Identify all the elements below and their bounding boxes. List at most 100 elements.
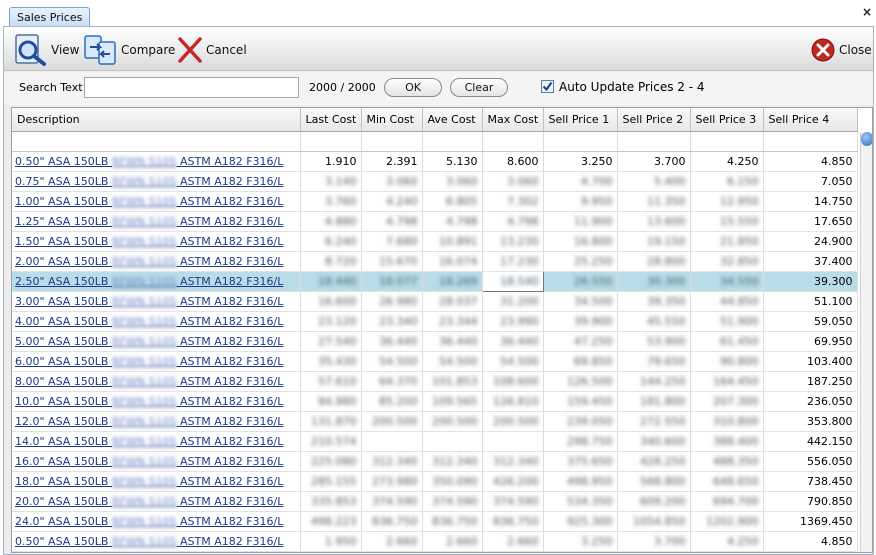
cell-p2[interactable]: 5.400 [617,171,691,192]
description-cell[interactable]: 6.00" ASA 150LB RFWN S10S ASTM A182 F316… [12,351,301,372]
cell-p4[interactable]: 51.100 [763,291,858,312]
cell-p3[interactable]: 12.950 [690,191,764,212]
cell-p3[interactable]: 90.800 [690,351,764,372]
table-row[interactable]: 3.00" ASA 150LB RFWN S10S ASTM A182 F316… [12,291,858,312]
cell-ave[interactable]: 200.500 [422,411,483,432]
table-row[interactable]: 8.00" ASA 150LB RFWN S10S ASTM A182 F316… [12,371,858,392]
item-link[interactable]: 14.0" ASA 150LB RFWN S10S ASTM A182 F316… [15,435,283,448]
cell-max[interactable]: 13.230 [482,231,544,252]
item-link[interactable]: 8.00" ASA 150LB RFWN S10S ASTM A182 F316… [15,375,283,388]
cell-min[interactable]: 3.060 [361,171,423,192]
item-link[interactable]: 24.0" ASA 150LB RFWN S10S ASTM A182 F316… [15,515,283,528]
cell-p2[interactable]: 28.800 [617,251,691,272]
cell-p2[interactable]: 609.200 [617,491,691,512]
auto-update-checkbox[interactable] [541,80,554,93]
cell-p3[interactable]: 6.150 [690,171,764,192]
compare-button[interactable]: Compare [84,34,175,66]
cell-p1[interactable]: 159.450 [543,391,618,412]
cell-p1[interactable]: 4.700 [543,171,618,192]
table-row[interactable]: 0.50" ASA 150LB RFWN S10S ASTM A182 F316… [12,531,858,552]
cell-max[interactable]: 7.302 [482,191,544,212]
cell-p4[interactable]: 17.650 [763,211,858,232]
cell-max[interactable]: 126.810 [482,391,544,412]
cell-min[interactable]: 2.391 [361,151,423,172]
cell-p2[interactable]: 1054.850 [617,511,691,532]
cell-p3[interactable]: 61.450 [690,331,764,352]
cell-ave[interactable]: 6.805 [422,191,483,212]
cell-p4[interactable]: 1369.450 [763,511,858,532]
cell-min[interactable] [361,431,423,452]
description-cell[interactable]: 18.0" ASA 150LB RFWN S10S ASTM A182 F316… [12,471,301,492]
cell-p2[interactable]: 3.700 [617,151,691,172]
item-link[interactable]: 18.0" ASA 150LB RFWN S10S ASTM A182 F316… [15,475,283,488]
cell-max[interactable]: 200.500 [482,411,544,432]
cell-max[interactable]: 23.990 [482,311,544,332]
item-link[interactable]: 0.75" ASA 150LB RFWN S10S ASTM A182 F316… [15,175,283,188]
item-link[interactable]: 0.50" ASA 150LB RFWN S10S ASTM A182 F316… [15,535,283,548]
view-button[interactable]: View [14,34,79,66]
cell-p1[interactable]: 3.250 [543,151,618,172]
cell-p4[interactable]: 790.850 [763,491,858,512]
cell-min[interactable]: 4.240 [361,191,423,212]
cell-p4[interactable]: 69.950 [763,331,858,352]
cell-last[interactable]: 3.760 [300,191,362,212]
description-cell[interactable]: 12.0" ASA 150LB RFWN S10S ASTM A182 F316… [12,411,301,432]
cell-max[interactable]: 374.590 [482,491,544,512]
cell-p3[interactable]: 388.400 [690,431,764,452]
item-link[interactable]: 2.00" ASA 150LB RFWN S10S ASTM A182 F316… [15,255,283,268]
item-link[interactable]: 10.0" ASA 150LB RFWN S10S ASTM A182 F316… [15,395,283,408]
item-link[interactable]: 1.25" ASA 150LB RFWN S10S ASTM A182 F316… [15,215,283,228]
tab-sales-prices[interactable]: Sales Prices [9,7,91,27]
description-cell[interactable]: 0.50" ASA 150LB RFWN S10S ASTM A182 F316… [12,151,301,172]
table-row[interactable]: 10.0" ASA 150LB RFWN S10S ASTM A182 F316… [12,391,858,412]
cell-p3[interactable]: 488.350 [690,451,764,472]
filter-cell[interactable] [617,131,691,152]
cell-ave[interactable]: 836.750 [422,511,483,532]
clear-button[interactable]: Clear [450,78,508,97]
item-link[interactable]: 3.00" ASA 150LB RFWN S10S ASTM A182 F316… [15,295,283,308]
cell-p2[interactable]: 181.800 [617,391,691,412]
cell-p4[interactable]: 24.900 [763,231,858,252]
item-link[interactable]: 1.50" ASA 150LB RFWN S10S ASTM A182 F316… [15,235,283,248]
cell-ave[interactable]: 28.037 [422,291,483,312]
cell-p3[interactable]: 694.700 [690,491,764,512]
cell-ave[interactable]: 101.853 [422,371,483,392]
table-row[interactable]: 1.00" ASA 150LB RFWN S10S ASTM A182 F316… [12,191,858,212]
cell-last[interactable]: 4.880 [300,211,362,232]
item-link[interactable]: 6.00" ASA 150LB RFWN S10S ASTM A182 F316… [15,355,283,368]
cell-min[interactable]: 54.500 [361,351,423,372]
cell-p1[interactable]: 375.650 [543,451,618,472]
column-header-description[interactable]: Description [12,108,301,132]
search-input[interactable] [84,77,299,98]
description-cell[interactable]: 8.00" ASA 150LB RFWN S10S ASTM A182 F316… [12,371,301,392]
cell-p3[interactable]: 32.850 [690,251,764,272]
cell-p2[interactable]: 3.700 [617,531,691,552]
cell-ave[interactable]: 10.891 [422,231,483,252]
description-cell[interactable]: 1.00" ASA 150LB RFWN S10S ASTM A182 F316… [12,191,301,212]
table-row[interactable]: 16.0" ASA 150LB RFWN S10S ASTM A182 F316… [12,451,858,472]
description-cell[interactable]: 24.0" ASA 150LB RFWN S10S ASTM A182 F316… [12,511,301,532]
cell-ave[interactable]: 312.340 [422,451,483,472]
cell-min[interactable]: 200.500 [361,411,423,432]
ok-button[interactable]: OK [384,78,442,97]
item-link[interactable]: 4.00" ASA 150LB RFWN S10S ASTM A182 F316… [15,315,283,328]
cell-max[interactable]: 36.440 [482,331,544,352]
table-row[interactable]: 5.00" ASA 150LB RFWN S10S ASTM A182 F316… [12,331,858,352]
cell-max[interactable]: 426.200 [482,471,544,492]
cell-p4[interactable]: 442.150 [763,431,858,452]
cell-last[interactable]: 8.720 [300,251,362,272]
cell-ave[interactable]: 2.660 [422,531,483,552]
cell-max[interactable]: 31.200 [482,291,544,312]
cell-p1[interactable]: 34.500 [543,291,618,312]
cell-max[interactable]: 4.798 [482,211,544,232]
cell-min[interactable]: 26.980 [361,291,423,312]
cell-p4[interactable]: 4.850 [763,151,858,172]
cell-last[interactable]: 225.080 [300,451,362,472]
cell-last[interactable]: 3.140 [300,171,362,192]
cell-p2[interactable]: 144.250 [617,371,691,392]
cell-ave[interactable]: 350.090 [422,471,483,492]
cell-ave[interactable]: 3.060 [422,171,483,192]
cell-min[interactable]: 18.077 [361,271,423,292]
cell-p4[interactable]: 103.400 [763,351,858,372]
cell-last[interactable]: 57.610 [300,371,362,392]
